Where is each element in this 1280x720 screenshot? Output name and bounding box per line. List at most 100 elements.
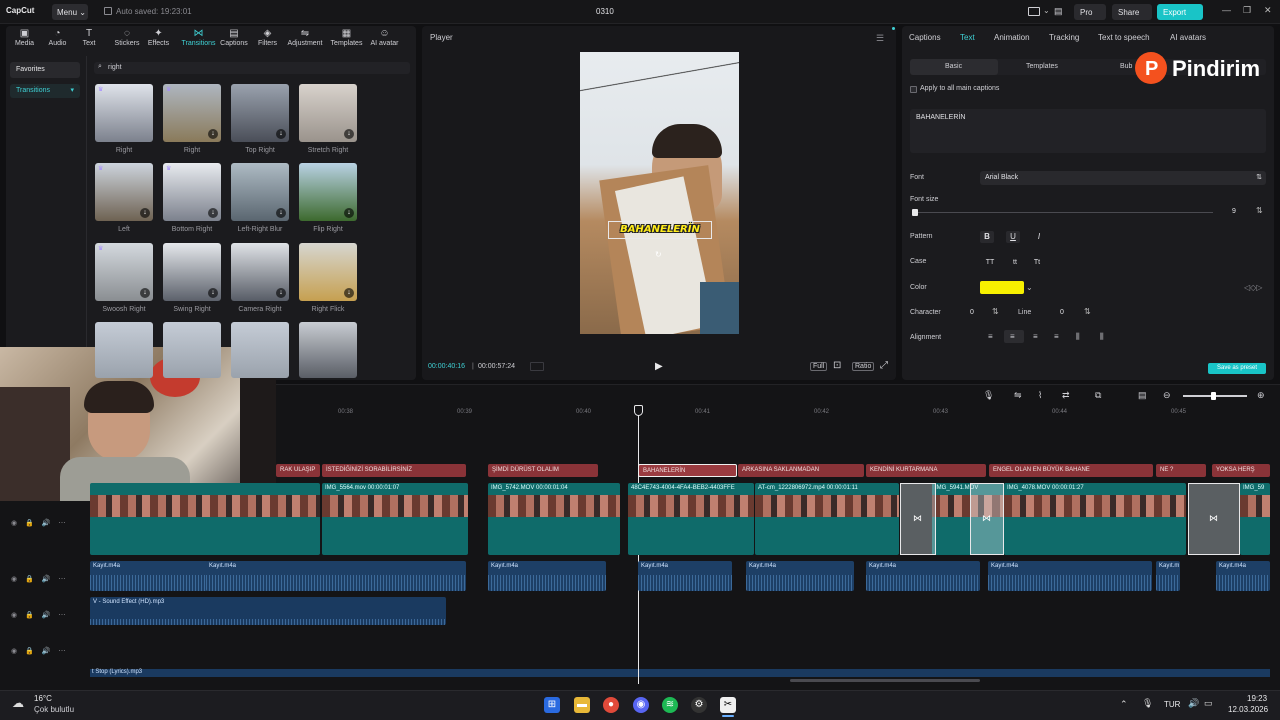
export-button[interactable]: Export xyxy=(1157,4,1203,20)
maximize-icon[interactable]: ❐ xyxy=(1243,5,1251,16)
transition-thumb[interactable] xyxy=(95,322,153,378)
layout-icon[interactable] xyxy=(1028,7,1040,16)
tool-audio[interactable]: ◔ Audio xyxy=(41,28,74,52)
download-icon[interactable]: ↓ xyxy=(344,288,354,298)
align-right-icon[interactable]: ≡ xyxy=(1033,332,1038,341)
audio-clip[interactable]: Kayıt.m4a xyxy=(206,561,466,591)
audio-clip[interactable]: Kayıt.m4a xyxy=(1216,561,1270,591)
tab-tracking[interactable]: Tracking xyxy=(1049,33,1079,42)
vertical-align-2-icon[interactable]: ⫼ xyxy=(1100,332,1104,342)
align-center-icon[interactable]: ≡ xyxy=(1010,332,1015,341)
font-size-slider[interactable] xyxy=(913,212,1213,213)
shortcut-icon[interactable]: ▤ xyxy=(1054,6,1063,17)
case-upper-button[interactable]: TT xyxy=(982,257,998,269)
volume-icon[interactable]: 🔊 xyxy=(42,576,51,583)
language-indicator[interactable]: TUR xyxy=(1164,700,1180,709)
download-icon[interactable]: ↓ xyxy=(276,288,286,298)
project-title[interactable]: 0310 xyxy=(596,7,614,16)
tool-ai-avatar[interactable]: ☺ AI avatar xyxy=(358,28,411,52)
file-explorer-icon[interactable]: ▬ xyxy=(574,697,590,713)
caption-clip[interactable]: YOKSA HERŞ xyxy=(1212,464,1270,477)
transition-thumb[interactable]: ↓ xyxy=(163,243,221,301)
transition-thumb[interactable]: ♛ ↓ xyxy=(163,84,221,142)
more-icon[interactable]: ⋯ xyxy=(59,648,66,655)
download-icon[interactable]: ↓ xyxy=(208,288,218,298)
timeline-scrollbar[interactable] xyxy=(790,679,980,682)
audio-clip[interactable]: Kayıt.m4a xyxy=(90,561,208,591)
font-size-thumb[interactable] xyxy=(912,209,918,216)
pro-button[interactable]: Pro xyxy=(1074,4,1106,20)
speaker-icon[interactable]: 🔊 xyxy=(1188,698,1199,709)
transition-thumb[interactable]: ♛ ↓ xyxy=(163,163,221,221)
transition-thumb[interactable] xyxy=(231,322,289,378)
volume-icon[interactable]: 🔊 xyxy=(42,648,51,655)
tab-captions[interactable]: Captions xyxy=(909,33,941,42)
video-clip[interactable]: AT-cm_1222806972.mp4 00:00:01:11 xyxy=(755,483,899,555)
minimize-icon[interactable]: — xyxy=(1222,5,1231,15)
track-type-icon[interactable]: ◉ xyxy=(11,612,17,619)
subtab-basic[interactable]: Basic xyxy=(945,63,962,70)
download-icon[interactable]: ↓ xyxy=(276,129,286,139)
case-lower-button[interactable]: tt xyxy=(1007,257,1023,269)
line-input[interactable]: 0 xyxy=(1050,307,1080,319)
link-icon[interactable]: ⇋ xyxy=(1014,390,1022,401)
font-size-value[interactable]: 9 xyxy=(1232,208,1236,215)
chrome-icon[interactable]: ● xyxy=(603,697,619,713)
chevron-down-icon[interactable]: ⌄ xyxy=(1043,6,1050,15)
microphone-icon[interactable]: 🎙 xyxy=(1142,698,1153,709)
clock-time[interactable]: 19:23 xyxy=(1247,694,1267,703)
tab-text-to-speech[interactable]: Text to speech xyxy=(1098,33,1150,42)
download-icon[interactable]: ↓ xyxy=(140,208,150,218)
fullscreen-icon[interactable]: ⤢ xyxy=(880,360,888,371)
transition-thumb[interactable]: ↓ xyxy=(299,84,357,142)
lock-icon[interactable]: 🔒 xyxy=(25,576,34,583)
video-preview[interactable] xyxy=(580,52,739,334)
caption-clip[interactable]: NE ? xyxy=(1156,464,1206,477)
apply-all-checkbox[interactable] xyxy=(910,86,917,93)
sfx-clip[interactable]: V - Sound Effect (HD).mp3 xyxy=(90,597,446,625)
close-icon[interactable]: ✕ xyxy=(1264,5,1272,16)
transition-thumb[interactable] xyxy=(163,322,221,378)
zoom-thumb[interactable] xyxy=(1211,392,1216,400)
tool-text[interactable]: T Text xyxy=(75,28,103,52)
video-clip[interactable]: IMG_59 xyxy=(1240,483,1270,555)
zoom-in-icon[interactable]: ⊕ xyxy=(1257,390,1265,401)
case-title-button[interactable]: Tt xyxy=(1029,257,1045,269)
download-icon[interactable]: ↓ xyxy=(140,288,150,298)
steam-icon[interactable]: ⚙ xyxy=(691,697,707,713)
caption-overlay[interactable]: BAHANELERİN xyxy=(608,221,712,239)
split-icon[interactable]: ⧉ xyxy=(1095,390,1101,401)
video-clip[interactable] xyxy=(90,483,320,555)
color-swatch[interactable] xyxy=(980,281,1024,294)
weather-temp[interactable]: 16°C xyxy=(34,694,52,703)
weather-desc[interactable]: Çok bulutlu xyxy=(34,705,74,714)
tab-animation[interactable]: Animation xyxy=(994,33,1030,42)
clock-date[interactable]: 12.03.2026 xyxy=(1228,705,1268,714)
transition-thumb[interactable] xyxy=(299,322,357,378)
microphone-icon[interactable]: 🎙 xyxy=(983,390,994,401)
caption-icon[interactable]: ▤ xyxy=(1138,390,1147,401)
transition-thumb[interactable]: ♛ xyxy=(95,84,153,142)
rotate-icon[interactable]: ↻ xyxy=(655,250,662,259)
download-icon[interactable]: ↓ xyxy=(344,129,354,139)
lock-icon[interactable]: 🔒 xyxy=(25,520,34,527)
stepper-icon[interactable]: ⇅ xyxy=(992,307,999,316)
caption-clip[interactable]: İSTEDİĞİNİZİ SORABİLİRSİNİZ xyxy=(322,464,466,477)
magnet-icon[interactable]: ⌇ xyxy=(1038,390,1042,401)
search-input[interactable]: ⌕ right xyxy=(94,62,410,74)
volume-icon[interactable]: 🔊 xyxy=(42,520,51,527)
caption-clip[interactable]: RAK ULAŞIP xyxy=(276,464,320,477)
download-icon[interactable]: ↓ xyxy=(208,208,218,218)
volume-icon[interactable]: 🔊 xyxy=(42,612,51,619)
battery-icon[interactable]: ▭ xyxy=(1204,698,1213,709)
video-clip[interactable]: 48C4E743-4004-4FA4-BEB2-4403FFE xyxy=(628,483,754,555)
caption-text-input[interactable]: BAHANELERİN xyxy=(910,109,1266,153)
caption-clip[interactable]: ENGEL OLAN EN BÜYÜK BAHANE xyxy=(989,464,1153,477)
download-icon[interactable]: ↓ xyxy=(344,208,354,218)
audio-clip[interactable]: Kayıt.m4a xyxy=(746,561,854,591)
spotify-icon[interactable]: ≋ xyxy=(662,697,678,713)
caption-clip[interactable]: KENDİNİ KURTARMANA xyxy=(866,464,986,477)
discord-icon[interactable]: ◉ xyxy=(633,697,649,713)
transition-thumb[interactable]: ↓ xyxy=(231,243,289,301)
subtab-bubble[interactable]: Bub xyxy=(1120,63,1132,70)
